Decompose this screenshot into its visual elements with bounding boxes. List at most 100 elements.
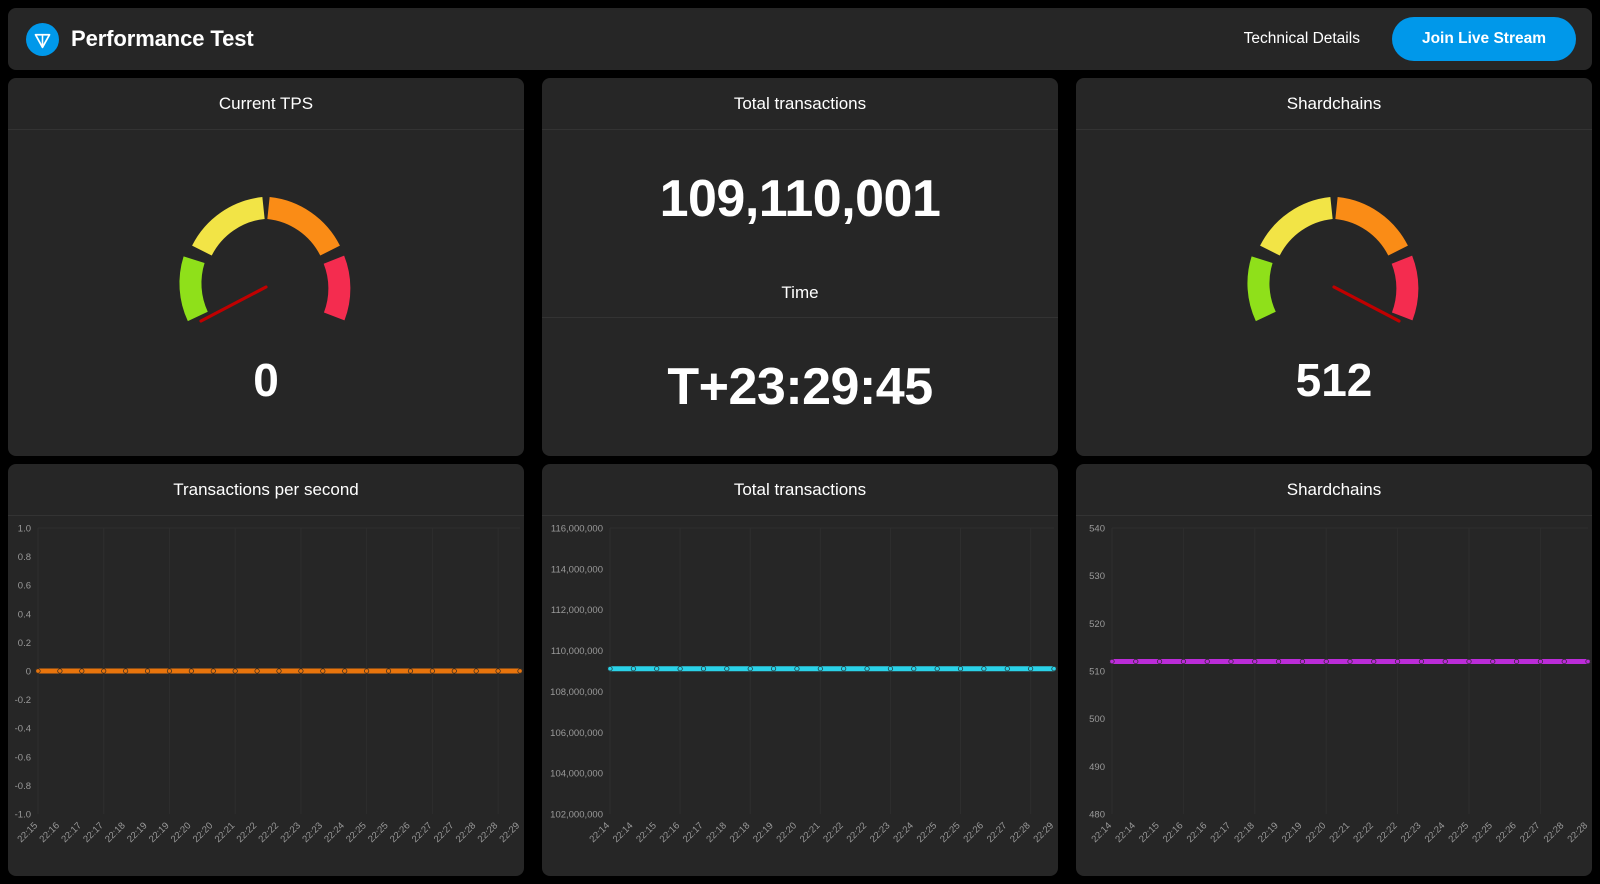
x-axis-tick: 22:28 [1008, 820, 1033, 845]
stat-block: 109,110,001 Time T+23:29:45 [542, 130, 1058, 456]
series-point [1585, 658, 1591, 665]
x-axis-tick: 22:27 [985, 820, 1010, 845]
x-axis-tick: 22:16 [1185, 820, 1210, 845]
page-title: Performance Test [71, 26, 254, 51]
x-axis-tick: 22:20 [1304, 820, 1329, 845]
series-point [1276, 658, 1282, 665]
x-axis-tick: 22:19 [1256, 820, 1281, 845]
card-title: Total transactions [733, 93, 867, 113]
series-point [1490, 658, 1496, 665]
y-axis-tick: 530 [1089, 571, 1105, 582]
x-axis-tick: 22:26 [388, 820, 413, 845]
series-point [188, 668, 194, 674]
x-axis-tick: 22:18 [103, 820, 128, 845]
series-point [1157, 658, 1163, 665]
y-axis-tick: 0 [26, 667, 31, 678]
y-axis-tick: 490 [1089, 762, 1105, 773]
technical-details-link[interactable]: Technical Details [1244, 30, 1360, 48]
y-axis-tick: 0.8 [18, 552, 31, 563]
y-axis-tick: 110,000,000 [551, 646, 603, 657]
series-point [298, 668, 304, 674]
charts-row: Transactions per second 1.0 0.8 0.6 0.4 0.2 0… [8, 464, 1592, 876]
y-axis-tick: 102,000,000 [550, 810, 603, 821]
y-axis-tick: 1.0 [18, 524, 31, 535]
series-point [747, 666, 753, 672]
series-point [911, 666, 917, 672]
x-axis-tick: 22:14 [611, 820, 636, 845]
y-axis-tick: 104,000,000 [550, 769, 603, 780]
y-axis-tick: -1.0 [15, 810, 31, 821]
y-axis-tick: 0.2 [18, 638, 31, 649]
x-axis-tick: 22:25 [1470, 820, 1495, 845]
line-chart[interactable]: 116,000,000 114,000,000 112,000,000 110,000… [542, 516, 1058, 876]
card-current-tps: Current TPS 0 [8, 78, 524, 456]
chart-title: Total transactions [733, 479, 867, 499]
x-axis-tick: 22:22 [1351, 820, 1376, 845]
x-axis-tick: 22:19 [147, 820, 172, 845]
series-point [864, 666, 870, 672]
gauge-dial [1247, 197, 1419, 323]
series-point [1051, 666, 1057, 672]
x-axis-tick: 22:25 [938, 820, 963, 845]
x-axis-tick: 22:27 [410, 820, 435, 845]
series-point [1418, 658, 1424, 665]
x-axis-tick: 22:23 [300, 820, 325, 845]
x-axis-tick: 22:19 [1280, 820, 1305, 845]
y-axis-tick: 114,000,000 [551, 564, 603, 575]
x-axis-tick: 22:18 [704, 820, 729, 845]
card-total-transactions: Total transactions 109,110,001 Time T+23… [542, 78, 1058, 456]
time-value: T+23:29:45 [667, 358, 933, 416]
series-point [934, 666, 940, 672]
series-point [607, 666, 613, 672]
x-axis-tick: 22:16 [658, 820, 683, 845]
series-point [1180, 658, 1186, 665]
chart-title: Shardchains [1286, 479, 1382, 499]
card-body: 512 [1076, 130, 1592, 456]
series-point [451, 668, 457, 674]
total-transactions-value: 109,110,001 [659, 170, 941, 228]
series-point [677, 666, 683, 672]
series-point [1537, 658, 1543, 665]
y-axis-tick: 510 [1089, 667, 1105, 678]
y-axis-tick: 480 [1089, 810, 1105, 821]
series-point [887, 666, 893, 672]
x-axis-tick: 22:25 [915, 820, 940, 845]
y-axis-tick: -0.4 [15, 724, 31, 735]
card-body: 109,110,001 Time T+23:29:45 [542, 130, 1058, 456]
card-header: Total transactions [542, 464, 1058, 516]
x-axis-tick: 22:24 [891, 820, 916, 845]
series-point [57, 668, 63, 674]
x-axis-tick: 22:21 [1328, 820, 1353, 845]
gauge-shardchains: 512 [1076, 130, 1592, 456]
y-axis-tick: -0.8 [15, 781, 31, 792]
x-axis-tick: 22:15 [1137, 820, 1162, 845]
card-header: Shardchains [1076, 78, 1592, 130]
x-axis-tick: 22:19 [751, 820, 776, 845]
dashboard-page: Performance Test Technical Details Join … [0, 0, 1600, 884]
card-chart-shardchains: Shardchains 540 530 520 510 500 490 480 22:14 22… [1076, 464, 1592, 876]
x-axis-tick: 22:28 [454, 820, 479, 845]
card-body: 116,000,000 114,000,000 112,000,000 110,000… [542, 516, 1058, 876]
chart-svg: 116,000,000 114,000,000 112,000,000 110,000… [550, 524, 1057, 845]
y-axis-tick: 0.6 [18, 581, 31, 592]
series-point [144, 668, 151, 674]
x-axis-tick: 22:22 [1375, 820, 1400, 845]
chart-svg: 54053052051050049048022:14 22:14 22:15 22:1… [1089, 524, 1591, 845]
series-point [1371, 658, 1377, 665]
x-axis-tick: 22:23 [278, 820, 303, 845]
series-point [166, 668, 173, 674]
line-chart[interactable]: 1.0 0.8 0.6 0.4 0.2 0 -0.2 -0.4 -0.6 -0.8 -1.0 22:1… [8, 516, 524, 876]
join-live-stream-button[interactable]: Join Live Stream [1391, 17, 1576, 61]
app-header: Performance Test Technical Details Join … [8, 8, 1592, 70]
x-axis-tick: 22:21 [213, 820, 238, 845]
line-chart[interactable]: 540 530 520 510 500 490 480 22:14 22:14 22:15 22:1… [1076, 516, 1592, 876]
series-point [101, 668, 107, 674]
series-point [254, 668, 260, 674]
y-axis-tick: 500 [1089, 714, 1105, 725]
series-point [1028, 666, 1034, 672]
x-axis-tick: 22:24 [322, 820, 347, 845]
card-header: Transactions per second [8, 464, 524, 516]
card-chart-tps: Transactions per second 1.0 0.8 0.6 0.4 0.2 0… [8, 464, 524, 876]
series-point [817, 666, 823, 672]
y-axis-tick: 116,000,000 [551, 524, 603, 535]
